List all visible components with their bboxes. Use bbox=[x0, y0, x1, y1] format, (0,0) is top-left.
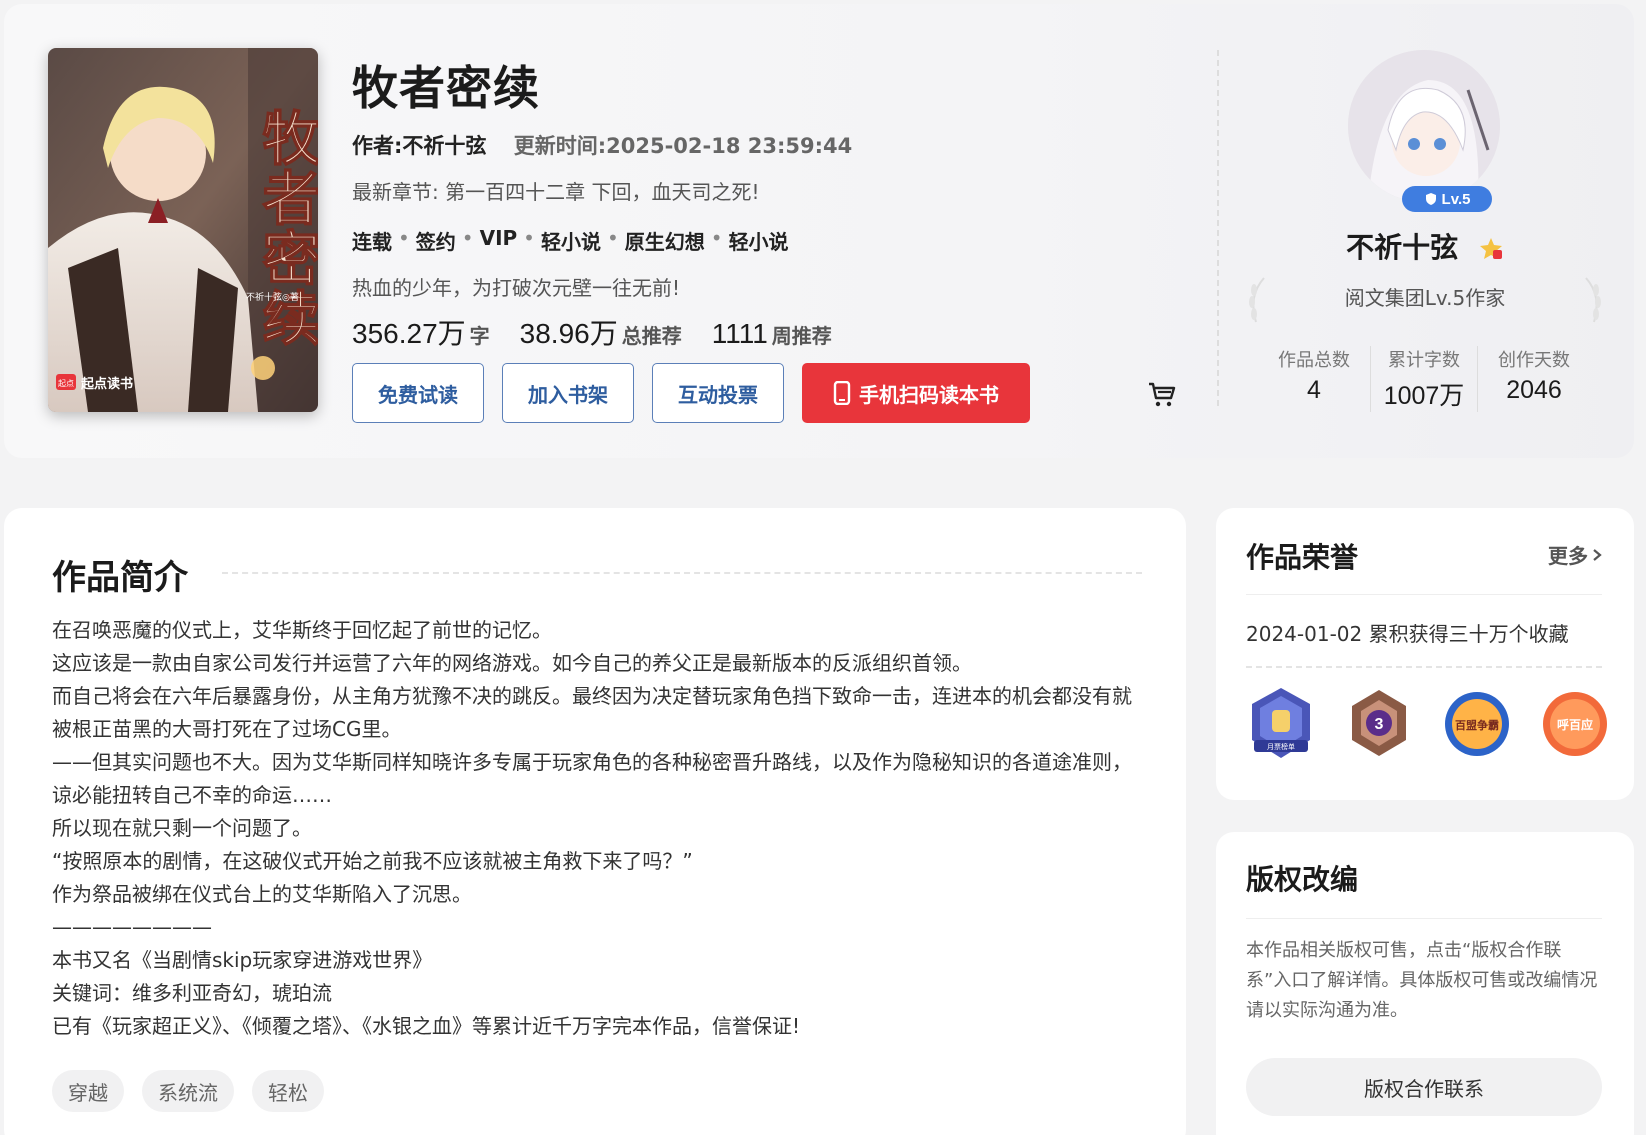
intro-card: 作品简介 在召唤恶魔的仪式上，艾华斯终于回忆起了前世的记忆。 这应该是一款由自家… bbox=[4, 508, 1186, 1135]
attr-category[interactable]: 轻小说 bbox=[541, 226, 601, 255]
attr-type[interactable]: 轻小说 bbox=[729, 226, 789, 255]
tag-chip[interactable]: 轻松 bbox=[252, 1070, 324, 1112]
rights-contact-button[interactable]: 版权合作联系 bbox=[1246, 1058, 1602, 1116]
separator-dot: • bbox=[606, 226, 619, 250]
cover-brand-mark: 起点 bbox=[58, 379, 74, 388]
stat-word-count: 356.27万字 bbox=[352, 318, 490, 349]
cart-icon[interactable] bbox=[1146, 378, 1178, 410]
intro-paragraph: ———————— bbox=[52, 915, 212, 939]
interactive-vote-button[interactable]: 互动投票 bbox=[652, 363, 784, 423]
stat-value: 1007万 bbox=[1383, 382, 1465, 410]
rights-heading: 版权改编 bbox=[1246, 863, 1359, 896]
intro-paragraph: 这应该是一款由自家公司发行并运营了六年的网络游戏。如今自己的养父正是最新版本的反… bbox=[52, 651, 972, 675]
intro-paragraph: 关键词：维多利亚奇幻，琥珀流 bbox=[52, 981, 332, 1005]
cover-author-text: 不祈十弦◎著 bbox=[246, 291, 299, 303]
book-attributes: 连载 • 签约 • VIP • 轻小说 • 原生幻想 • 轻小说 bbox=[352, 226, 789, 255]
intro-paragraph: 作为祭品被绑在仪式台上的艾华斯陷入了沉思。 bbox=[52, 882, 472, 906]
attr-vip: VIP bbox=[479, 226, 518, 250]
divider bbox=[1246, 666, 1602, 668]
intro-paragraph: 而自己将会在六年后暴露身份，从主角方犹豫不决的跳反。最终因为决定替玩家角色挡下致… bbox=[52, 684, 1132, 741]
attr-status: 连载 bbox=[352, 230, 392, 254]
intro-body: 在召唤恶魔的仪式上，艾华斯终于回忆起了前世的记忆。 这应该是一款由自家公司发行并… bbox=[52, 614, 1142, 1043]
author-stat-days: 创作天数 2046 bbox=[1480, 346, 1588, 405]
divider bbox=[1246, 918, 1602, 919]
separator-dot: • bbox=[710, 226, 723, 250]
honor-entry: 2024-01-02 累积获得三十万个收藏 bbox=[1246, 622, 1569, 646]
more-label: 更多 bbox=[1548, 544, 1588, 568]
stat-weekly-recommend: 1111 周推荐 bbox=[711, 318, 832, 349]
author-stat-works[interactable]: 作品总数 4 bbox=[1260, 346, 1368, 405]
honor-card: 作品荣誉 更多 2024-01-02 累积获得三十万个收藏 月票榜单 3 百盟争… bbox=[1216, 508, 1634, 800]
cover-title-text: 牧者密续 bbox=[254, 108, 319, 348]
chevron-right-icon bbox=[1593, 548, 1602, 561]
separator-dot: • bbox=[523, 226, 535, 250]
author-name-text: 不祈十弦 bbox=[1346, 231, 1459, 264]
phone-icon bbox=[833, 381, 851, 405]
author-level-text: Lv.5 bbox=[1441, 190, 1471, 208]
author-name[interactable]: 不祈十弦 bbox=[1290, 226, 1560, 266]
tag-chip[interactable]: 穿越 bbox=[52, 1070, 124, 1112]
book-cover[interactable]: 牧者密续 不祈十弦◎著 起点 起点读书 bbox=[48, 48, 318, 412]
heading-divider bbox=[222, 572, 1142, 574]
monthly-ticket-badge-icon[interactable]: 月票榜单 bbox=[1246, 686, 1316, 762]
intro-paragraph: 在召唤恶魔的仪式上，艾华斯终于回忆起了前世的记忆。 bbox=[52, 618, 552, 642]
author-medal-icon bbox=[1479, 238, 1502, 259]
cover-brand: 起点读书 bbox=[80, 376, 133, 392]
update-time: 更新时间:2025-02-18 23:59:44 bbox=[513, 134, 853, 158]
book-title: 牧者密续 bbox=[352, 61, 540, 115]
separator-dot: • bbox=[398, 226, 410, 250]
rights-card: 版权改编 本作品相关版权可售，点击“版权合作联系”入口了解详情。具体版权可售或改… bbox=[1216, 832, 1634, 1135]
book-slogan: 热血的少年，为打破次元壁一往无前! bbox=[352, 276, 681, 300]
intro-heading: 作品简介 bbox=[52, 558, 188, 598]
book-stats: 356.27万字 38.96万 总推荐 1111 周推荐 bbox=[352, 312, 832, 352]
intro-paragraph: 本书又名《当剧情skip玩家穿进游戏世界》 bbox=[52, 948, 433, 972]
latest-chapter-link[interactable]: 最新章节: 第一百四十二章 下回，血天司之死! bbox=[352, 176, 759, 205]
scan-label: 手机扫码读本书 bbox=[859, 382, 999, 407]
alliance-badge-icon[interactable]: 百盟争霸 bbox=[1442, 686, 1512, 762]
stat-label: 创作天数 bbox=[1498, 350, 1570, 371]
divider bbox=[1246, 594, 1602, 595]
honor-heading: 作品荣誉 bbox=[1246, 541, 1359, 574]
stat-label: 累计字数 bbox=[1388, 350, 1460, 371]
laurel-right-icon bbox=[1585, 277, 1601, 323]
attr-signed: 签约 bbox=[415, 230, 456, 254]
separator-dot: • bbox=[461, 226, 474, 250]
intro-paragraph: “按照原本的剧情，在这破仪式开始之前我不应该就被主角救下来了吗？” bbox=[52, 849, 693, 873]
svg-text:月票榜单: 月票榜单 bbox=[1267, 742, 1295, 751]
stat-value: 2046 bbox=[1506, 376, 1562, 404]
level-shield-icon bbox=[1425, 193, 1436, 205]
stat-label: 作品总数 bbox=[1278, 350, 1350, 371]
stat-total-recommend: 38.96万 总推荐 bbox=[519, 318, 682, 349]
author-link[interactable]: 作者:不祈十弦 bbox=[352, 134, 486, 158]
author-stat-words: 累计字数 1007万 bbox=[1370, 346, 1478, 412]
hundred-response-badge-icon[interactable]: 呼百应 bbox=[1540, 686, 1610, 762]
honor-more-link[interactable]: 更多 bbox=[1548, 540, 1602, 569]
attr-subcategory[interactable]: 原生幻想 bbox=[625, 226, 705, 255]
svg-text:3: 3 bbox=[1375, 716, 1384, 733]
intro-paragraph: 所以现在就只剩一个问题了。 bbox=[52, 816, 312, 840]
add-to-shelf-button[interactable]: 加入书架 bbox=[502, 363, 634, 423]
book-meta: 作者:不祈十弦 更新时间:2025-02-18 23:59:44 bbox=[352, 130, 852, 160]
svg-text:呼百应: 呼百应 bbox=[1557, 717, 1593, 732]
author-level-badge: Lv.5 bbox=[1402, 186, 1492, 212]
intro-tags: 穿越 系统流 轻松 bbox=[52, 1070, 324, 1112]
author-avatar[interactable] bbox=[1348, 50, 1500, 202]
svg-text:百盟争霸: 百盟争霸 bbox=[1455, 718, 1499, 732]
free-trial-button[interactable]: 免费试读 bbox=[352, 363, 484, 423]
honor-badges: 月票榜单 3 百盟争霸 呼百应 bbox=[1246, 686, 1610, 762]
scan-to-read-button[interactable]: 手机扫码读本书 bbox=[802, 363, 1030, 423]
intro-paragraph: ——但其实问题也不大。因为艾华斯同样知晓许多专属于玩家角色的各种秘密晋升路线，以… bbox=[52, 750, 1132, 807]
panel-divider bbox=[1217, 50, 1219, 406]
tag-chip[interactable]: 系统流 bbox=[142, 1070, 234, 1112]
rank-3-badge-icon[interactable]: 3 bbox=[1344, 686, 1414, 762]
stat-value: 4 bbox=[1307, 376, 1321, 404]
author-title: 阅文集团Lv.5作家 bbox=[1344, 286, 1506, 310]
intro-paragraph: 已有《玩家超正义》、《倾覆之塔》、《水银之血》等累计近千万字完本作品，信誉保证! bbox=[52, 1014, 801, 1038]
rights-description: 本作品相关版权可售，点击“版权合作联系”入口了解详情。具体版权可售或改编情况请以… bbox=[1246, 940, 1598, 1021]
